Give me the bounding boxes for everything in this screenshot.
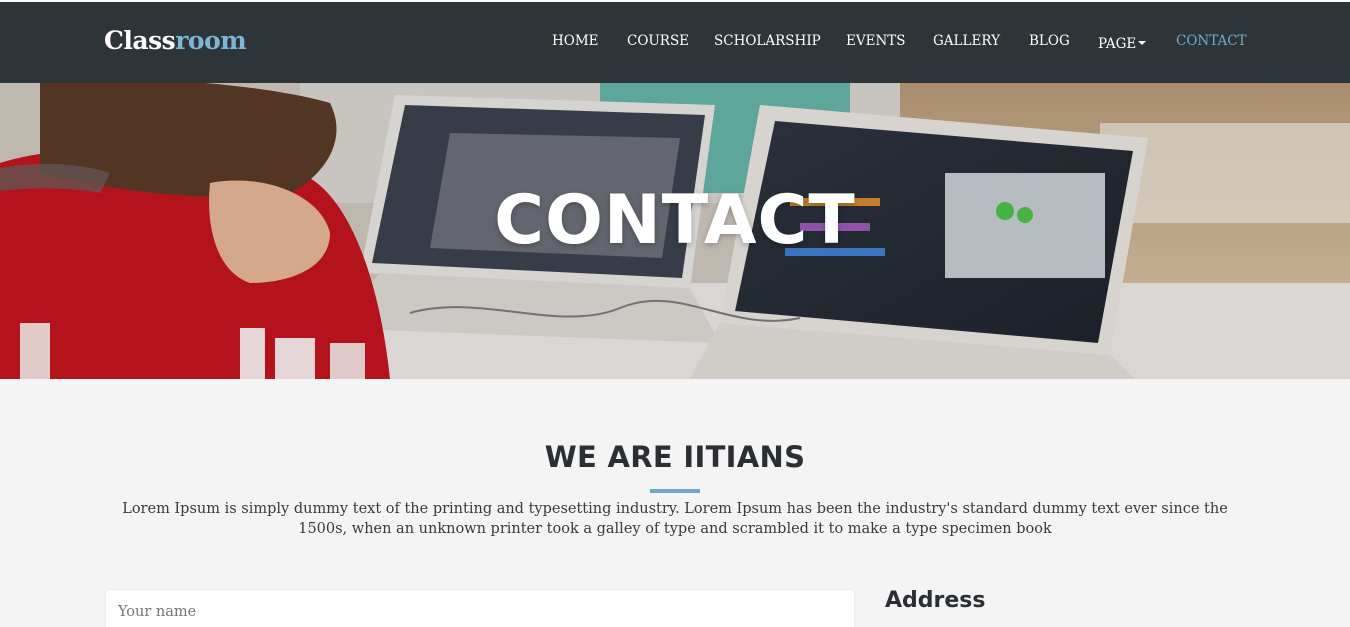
hero-banner: CONTACT [0,83,1350,379]
nav-item-home[interactable]: HOME [552,33,599,49]
main-nav: HOME COURSE SCHOLARSHIP EVENTS GALLERY B… [0,33,1350,53]
nav-item-scholarship[interactable]: SCHOLARSHIP [714,33,821,49]
caret-down-icon[interactable] [1138,40,1147,45]
section-description: Lorem Ipsum is simply dummy text of the … [122,501,1228,537]
nav-item-page[interactable]: PAGE [1098,36,1136,52]
heading-divider [650,489,700,493]
nav-item-events[interactable]: EVENTS [846,33,906,49]
nav-item-blog[interactable]: BLOG [1029,33,1070,49]
hero-title: CONTACT [494,181,856,260]
nav-item-course[interactable]: COURSE [627,33,689,49]
name-input[interactable] [105,589,855,627]
nav-item-gallery[interactable]: GALLERY [933,33,1000,49]
address-heading: Address [885,588,986,613]
nav-item-contact[interactable]: CONTACT [1176,33,1247,49]
nav-item-page-wrapper: PAGE [1098,33,1147,52]
section-heading: WE ARE IITIANS [544,440,806,474]
navbar: Classroom HOME COURSE SCHOLARSHIP EVENTS… [0,2,1350,83]
